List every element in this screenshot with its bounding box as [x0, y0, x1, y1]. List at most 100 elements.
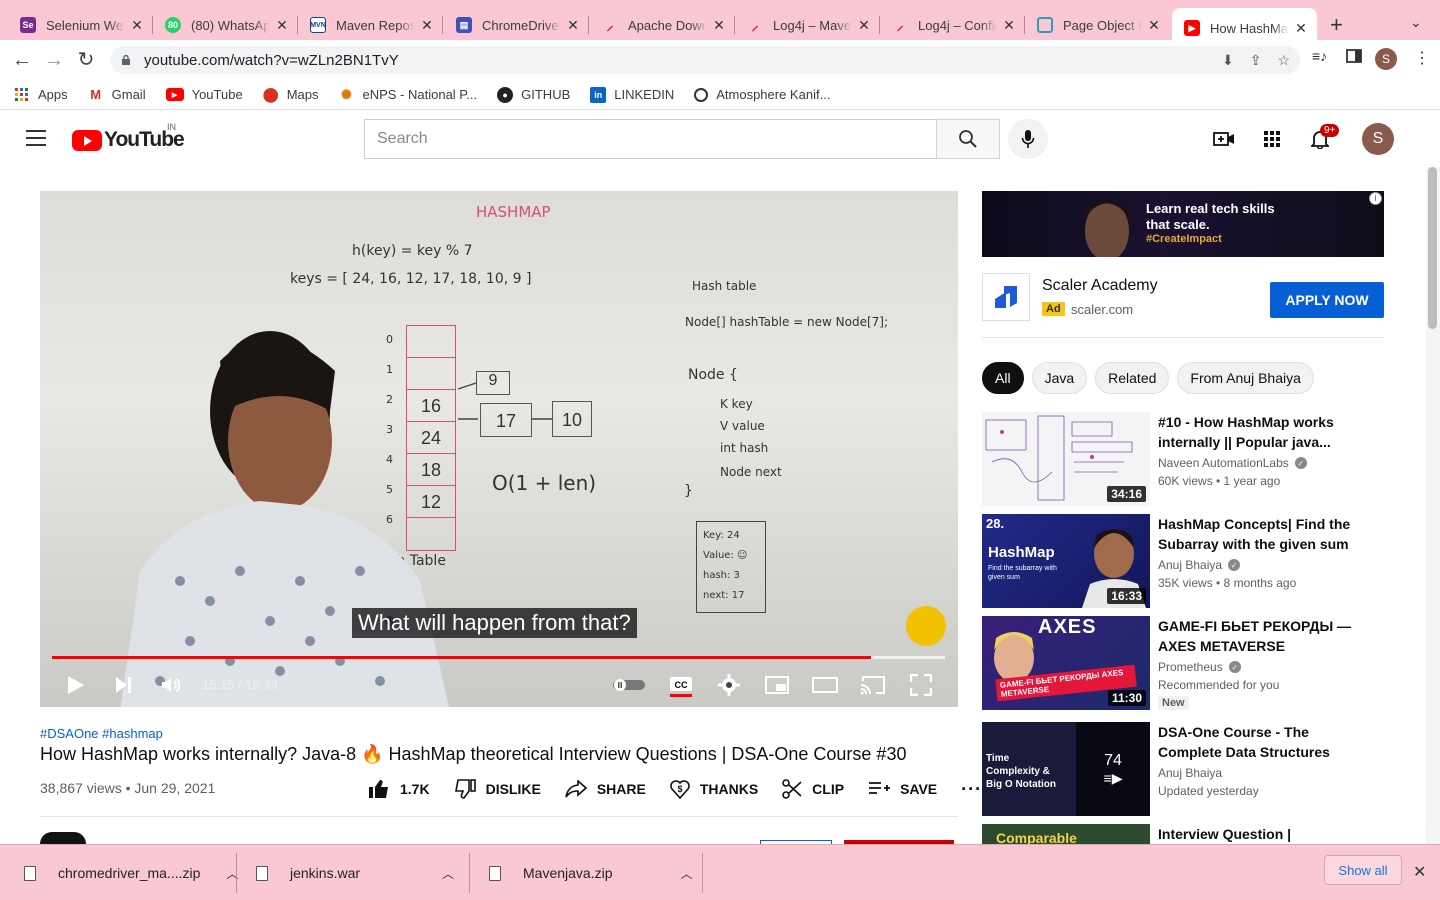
recommendation-item[interactable]: AXES GAME-FI БЬЕТ РЕКОРДЫ AXES METAVERSE…: [982, 616, 1384, 710]
bookmark-apps[interactable]: Apps: [14, 87, 68, 103]
download-item[interactable]: Mavenjava.zip ︿: [489, 845, 693, 900]
recommendation-item[interactable]: 34:16 #10 - How HashMap works internally…: [982, 412, 1384, 506]
video-thumbnail[interactable]: Comparable: [982, 824, 1150, 844]
close-icon[interactable]: ✕: [1293, 20, 1309, 37]
new-tab-icon[interactable]: +: [1330, 12, 1343, 38]
download-item[interactable]: chromedriver_ma....zip ︿: [24, 845, 238, 900]
next-video-icon[interactable]: [112, 671, 136, 699]
bookmark-enps[interactable]: ✺ eNPS - National P...: [338, 87, 477, 103]
search-button[interactable]: [936, 119, 1000, 159]
video-progress-bar[interactable]: [52, 656, 945, 659]
video-hashtags[interactable]: #DSAOne #hashmap: [40, 726, 163, 741]
forward-arrow-icon[interactable]: →: [42, 50, 66, 70]
recommendation-title[interactable]: Interview Question |: [1158, 824, 1368, 844]
ad-info-icon[interactable]: i: [1369, 192, 1382, 205]
video-thumbnail[interactable]: AXES GAME-FI БЬЕТ РЕКОРДЫ AXES METAVERSE…: [982, 616, 1150, 710]
side-panel-icon[interactable]: [1346, 48, 1362, 64]
save-button[interactable]: SAVE: [868, 781, 937, 797]
chip-java[interactable]: Java: [1031, 362, 1088, 394]
recommendation-title[interactable]: DSA-One Course - The Complete Data Struc…: [1158, 722, 1368, 762]
bookmark-linkedin[interactable]: in LINKEDIN: [590, 86, 674, 103]
tab-maven[interactable]: MVN Maven Repository ✕: [298, 8, 443, 42]
chevron-down-icon[interactable]: ⌄: [1410, 14, 1422, 31]
channel-avatar[interactable]: [40, 832, 86, 844]
clip-button[interactable]: CLIP: [782, 779, 844, 799]
search-input[interactable]: Search: [364, 119, 937, 159]
fullscreen-icon[interactable]: [908, 671, 934, 699]
recommendation-title[interactable]: HashMap Concepts| Find the Subarray with…: [1158, 514, 1368, 554]
recommendation-channel[interactable]: Anuj Bhaiya: [1158, 766, 1222, 780]
bookmark-atmosphere[interactable]: Atmosphere Kanif...: [694, 87, 830, 102]
tab-chromedriver[interactable]: ▤ ChromeDriver ✕: [444, 8, 589, 42]
share-button[interactable]: SHARE: [565, 780, 646, 798]
recommendation-channel[interactable]: Anuj Bhaiya ✓: [1158, 558, 1241, 572]
tab-whatsapp[interactable]: 80 (80) WhatsApp ✕: [153, 8, 298, 42]
close-icon[interactable]: ✕: [856, 17, 872, 34]
tab-apache-downloads[interactable]: ⸝ Apache Downloads ✕: [590, 8, 735, 42]
video-thumbnail[interactable]: Time Complexity & Big O Notation 74 ≡▶: [982, 722, 1150, 816]
more-options-icon[interactable]: ···: [961, 779, 982, 800]
like-button[interactable]: 1.7K: [368, 779, 430, 799]
page-scrollbar[interactable]: [1426, 167, 1440, 844]
miniplayer-icon[interactable]: [764, 671, 790, 699]
play-icon[interactable]: [64, 671, 88, 699]
recommendation-channel[interactable]: Prometheus ✓: [1158, 660, 1241, 674]
bookmark-youtube[interactable]: ▶ YouTube: [165, 87, 243, 102]
profile-avatar[interactable]: S: [1375, 48, 1397, 70]
apps-grid-icon[interactable]: [1260, 127, 1284, 151]
video-thumbnail[interactable]: 34:16: [982, 412, 1150, 506]
install-app-icon[interactable]: ⬇: [1222, 52, 1234, 69]
advertiser-name[interactable]: Scaler Academy: [1042, 277, 1158, 295]
bookmark-maps[interactable]: ⬤ Maps: [263, 86, 319, 103]
recommendation-title[interactable]: GAME-FI БЬЕТ РЕКОРДЫ — AXES METAVERSE: [1158, 616, 1368, 656]
create-video-icon[interactable]: [1212, 127, 1236, 151]
recommendation-channel[interactable]: Naveen AutomationLabs ✓: [1158, 456, 1307, 470]
download-item[interactable]: jenkins.war ︿: [256, 845, 454, 900]
address-bar[interactable]: youtube.com/watch?v=wZLn2BN1TvY ⬇ ⇪ ☆: [110, 46, 1300, 74]
chip-from-anuj-bhaiya[interactable]: From Anuj Bhaiya: [1177, 362, 1314, 394]
bookmark-github[interactable]: ● GITHUB: [497, 86, 570, 103]
reload-icon[interactable]: ↻: [74, 50, 98, 70]
cast-icon[interactable]: [860, 671, 886, 699]
close-icon[interactable]: ✕: [274, 17, 290, 34]
thanks-button[interactable]: $ THANKS: [670, 778, 758, 800]
close-icon[interactable]: ✕: [1001, 17, 1017, 34]
voice-search-button[interactable]: [1008, 119, 1048, 159]
chip-related[interactable]: Related: [1095, 362, 1170, 394]
chevron-up-icon[interactable]: ︿: [681, 865, 693, 882]
close-icon[interactable]: ✕: [711, 17, 727, 34]
channel-watermark[interactable]: [906, 606, 946, 646]
close-icon[interactable]: ✕: [129, 17, 145, 34]
chip-all[interactable]: All: [982, 362, 1024, 394]
apply-now-button[interactable]: APPLY NOW: [1270, 282, 1384, 318]
tab-log4j-maven[interactable]: ⸝ Log4j – Maven ✕: [735, 8, 880, 42]
autoplay-toggle[interactable]: [612, 671, 646, 699]
tab-log4j-config[interactable]: ⸝ Log4j – Configuration ✕: [880, 8, 1025, 42]
recommendation-item[interactable]: 28. HashMap Find the subarray with given…: [982, 514, 1384, 608]
dislike-button[interactable]: DISLIKE: [454, 779, 541, 799]
recommendation-item[interactable]: Comparable Interview Question |: [982, 824, 1384, 844]
close-icon[interactable]: ✕: [419, 17, 435, 34]
share-icon[interactable]: ⇪: [1250, 52, 1262, 69]
scaler-logo[interactable]: [982, 273, 1030, 321]
scrollbar-thumb[interactable]: [1428, 167, 1437, 329]
video-thumbnail[interactable]: 28. HashMap Find the subarray with given…: [982, 514, 1150, 608]
theater-mode-icon[interactable]: [812, 671, 838, 699]
subtitles-icon[interactable]: CC: [668, 671, 694, 699]
volume-icon[interactable]: [160, 671, 184, 699]
settings-gear-icon[interactable]: [716, 671, 742, 699]
show-all-downloads-button[interactable]: Show all: [1324, 855, 1402, 885]
video-player[interactable]: HASHMAP h(key) = key % 7 keys = [ 24, 16…: [40, 191, 958, 707]
media-controls-icon[interactable]: ≡♪: [1312, 48, 1327, 64]
ad-banner[interactable]: Learn real tech skills that scale. #Creat…: [982, 191, 1384, 257]
hamburger-menu-icon[interactable]: [26, 130, 46, 146]
youtube-logo[interactable]: YouTube IN: [72, 122, 185, 152]
tab-selenium[interactable]: Se Selenium WebDriver ✕: [8, 8, 153, 42]
chevron-up-icon[interactable]: ︿: [442, 865, 454, 882]
recommendation-item[interactable]: Time Complexity & Big O Notation 74 ≡▶ D…: [982, 722, 1384, 816]
browser-menu-icon[interactable]: ⋮: [1414, 48, 1430, 68]
bookmark-gmail[interactable]: M Gmail: [88, 87, 145, 103]
bookmark-star-icon[interactable]: ☆: [1277, 52, 1290, 69]
recommendation-title[interactable]: #10 - How HashMap works internally || Po…: [1158, 412, 1368, 452]
user-avatar[interactable]: S: [1362, 123, 1394, 155]
